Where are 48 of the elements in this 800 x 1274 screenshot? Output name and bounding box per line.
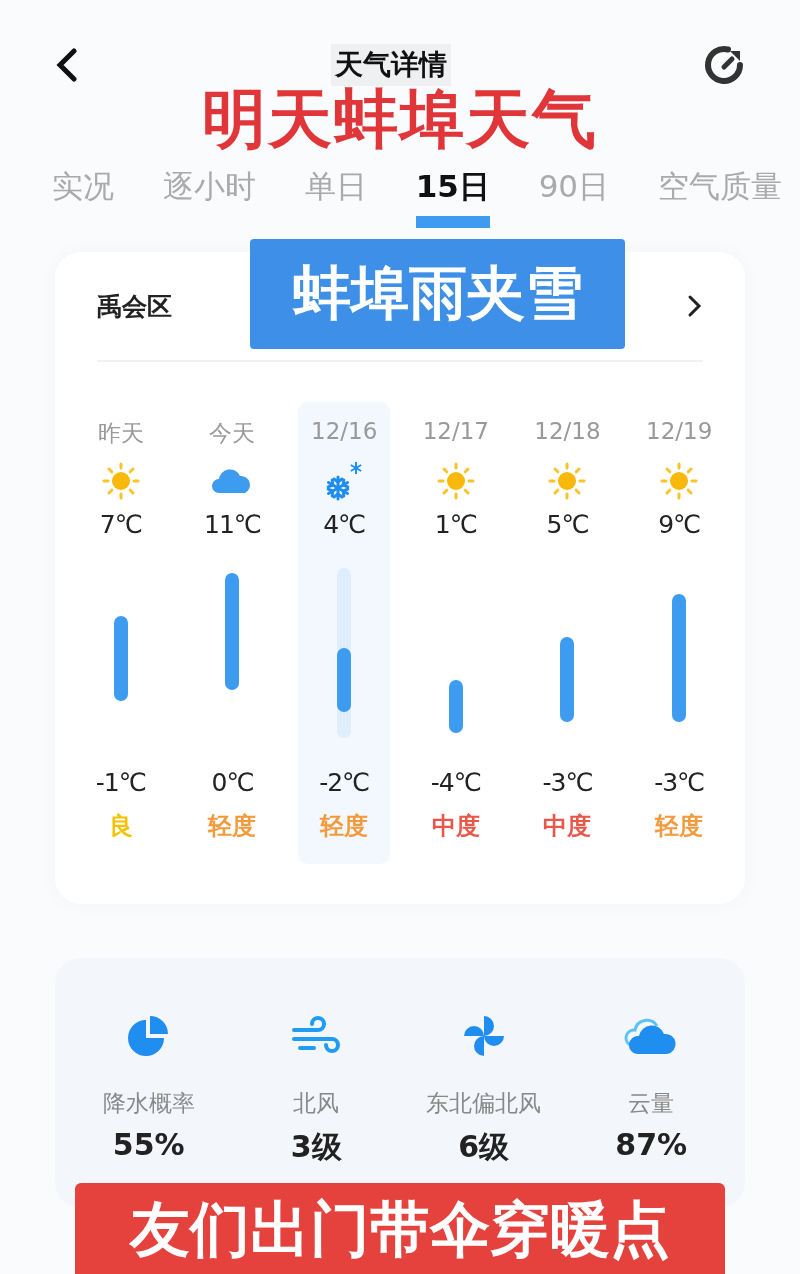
day-column[interactable]: 今天 11℃ 0℃ 轻度: [186, 402, 279, 864]
day-label: 今天: [209, 419, 256, 448]
low-temperature: 0℃: [211, 768, 254, 799]
day-label: 昨天: [97, 419, 144, 448]
day-column[interactable]: 12/19 9℃ -3℃ 轻度: [633, 402, 726, 864]
high-temperature: 4℃: [323, 510, 366, 541]
air-quality-label: 良: [108, 811, 133, 842]
detail-value: 6级: [458, 1128, 510, 1166]
day-column[interactable]: 昨天 7℃ -1℃ 良: [74, 402, 167, 864]
temperature-range-bar: [448, 679, 463, 733]
day-label: 12/18: [534, 418, 601, 446]
air-quality-label: 轻度: [655, 811, 704, 842]
caption-title: 明天蚌埠天气: [202, 88, 598, 152]
low-temperature: -3℃: [542, 768, 593, 799]
location-label: 禹会区: [97, 290, 172, 323]
pie-chart-icon: [126, 1014, 171, 1058]
low-temperature: -2℃: [319, 768, 370, 799]
day-label: 12/19: [646, 418, 713, 446]
day-column[interactable]: 12/16 4℃ -2℃ 轻度: [298, 402, 391, 864]
air-quality-label: 中度: [431, 811, 480, 842]
low-temperature: -3℃: [654, 768, 705, 799]
high-temperature: 9℃: [658, 510, 701, 541]
temperature-range-bar: [337, 647, 352, 712]
page-title: 天气详情: [331, 44, 451, 86]
caption-banner: 友们出门带伞穿暖点: [75, 1183, 725, 1274]
day-label: 12/17: [422, 418, 489, 446]
low-temperature: -1℃: [95, 768, 146, 799]
high-temperature: 11℃: [204, 510, 261, 541]
detail-label: 降水概率: [102, 1089, 195, 1118]
detail-label: 云量: [628, 1089, 675, 1118]
day-column[interactable]: 12/18 5℃ -3℃ 中度: [521, 402, 614, 864]
high-temperature: 5℃: [546, 510, 589, 541]
low-temperature: -4℃: [430, 768, 481, 799]
high-temperature: 1℃: [434, 510, 477, 541]
detail-value: 55%: [112, 1127, 185, 1162]
day-label: 12/16: [311, 418, 378, 446]
high-temperature: 7℃: [99, 510, 142, 541]
detail-label: 东北偏北风: [426, 1089, 542, 1118]
detail-value: 3级: [290, 1128, 342, 1166]
caption-label: 蚌埠雨夹雪: [250, 239, 625, 349]
air-quality-label: 轻度: [320, 811, 369, 842]
air-quality-label: 轻度: [208, 811, 257, 842]
tab[interactable]: 15日: [415, 166, 490, 228]
detail-value: 87%: [615, 1127, 688, 1162]
detail-label: 北风: [293, 1089, 340, 1118]
day-column[interactable]: 12/17 1℃ -4℃ 中度: [409, 402, 502, 864]
air-quality-label: 中度: [543, 811, 592, 842]
chevron-right-icon[interactable]: [687, 294, 703, 318]
